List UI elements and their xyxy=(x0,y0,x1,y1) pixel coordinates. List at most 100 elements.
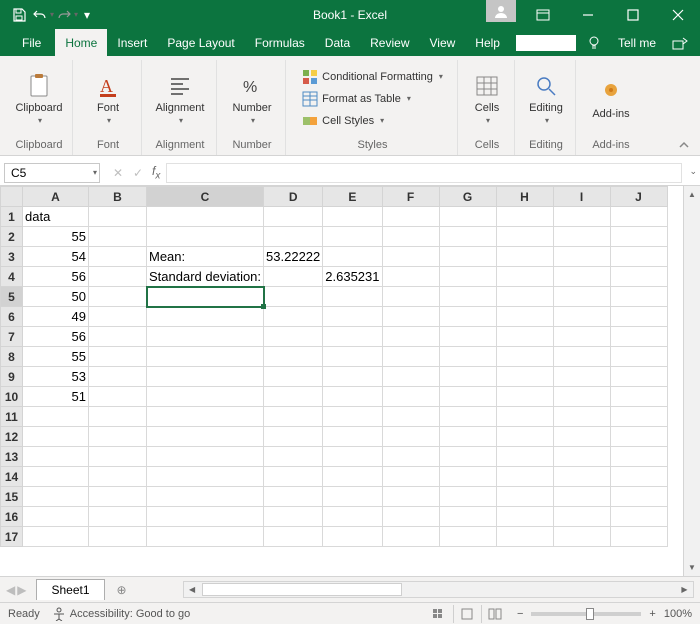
col-header[interactable]: B xyxy=(89,187,147,207)
cell-J17[interactable] xyxy=(610,527,667,547)
cell-B16[interactable] xyxy=(89,507,147,527)
cell-A8[interactable]: 55 xyxy=(23,347,89,367)
addins-button[interactable]: Add-ins xyxy=(584,78,638,120)
cell-E7[interactable] xyxy=(323,327,382,347)
cell-H14[interactable] xyxy=(496,467,553,487)
col-header[interactable]: J xyxy=(610,187,667,207)
prev-sheet-icon[interactable]: ◀ xyxy=(6,583,15,597)
cell-F16[interactable] xyxy=(382,507,439,527)
page-break-view-icon[interactable] xyxy=(481,605,509,623)
cell-J11[interactable] xyxy=(610,407,667,427)
cell-E5[interactable] xyxy=(323,287,382,307)
cell-H1[interactable] xyxy=(496,207,553,227)
share-icon[interactable] xyxy=(668,36,692,50)
cell-D8[interactable] xyxy=(264,347,323,367)
cell-F2[interactable] xyxy=(382,227,439,247)
cell-I12[interactable] xyxy=(553,427,610,447)
cell-D15[interactable] xyxy=(264,487,323,507)
cell-G2[interactable] xyxy=(439,227,496,247)
row-header[interactable]: 12 xyxy=(1,427,23,447)
next-sheet-icon[interactable]: ▶ xyxy=(17,583,26,597)
cell-H6[interactable] xyxy=(496,307,553,327)
cell-G14[interactable] xyxy=(439,467,496,487)
cell-styles-button[interactable]: Cell Styles▾ xyxy=(298,111,447,131)
cell-H13[interactable] xyxy=(496,447,553,467)
cell-I11[interactable] xyxy=(553,407,610,427)
cell-J10[interactable] xyxy=(610,387,667,407)
cell-C8[interactable] xyxy=(147,347,264,367)
tab-review[interactable]: Review xyxy=(360,29,419,56)
lightbulb-icon[interactable] xyxy=(582,35,606,51)
cell-F4[interactable] xyxy=(382,267,439,287)
cell-C9[interactable] xyxy=(147,367,264,387)
redo-icon[interactable]: ▾ xyxy=(56,4,78,26)
cell-H11[interactable] xyxy=(496,407,553,427)
conditional-formatting-button[interactable]: Conditional Formatting▾ xyxy=(298,67,447,87)
row-header[interactable]: 2 xyxy=(1,227,23,247)
row-header[interactable]: 14 xyxy=(1,467,23,487)
cell-G3[interactable] xyxy=(439,247,496,267)
cell-G1[interactable] xyxy=(439,207,496,227)
cell-I13[interactable] xyxy=(553,447,610,467)
cell-D3[interactable]: 53.22222 xyxy=(264,247,323,267)
cell-F15[interactable] xyxy=(382,487,439,507)
cell-E16[interactable] xyxy=(323,507,382,527)
cell-B8[interactable] xyxy=(89,347,147,367)
row-header[interactable]: 10 xyxy=(1,387,23,407)
cell-C11[interactable] xyxy=(147,407,264,427)
tell-me[interactable]: Tell me xyxy=(612,36,662,50)
cells-button[interactable]: Cells▾ xyxy=(466,72,508,125)
cell-D12[interactable] xyxy=(264,427,323,447)
row-header[interactable]: 9 xyxy=(1,367,23,387)
cell-J14[interactable] xyxy=(610,467,667,487)
cell-E9[interactable] xyxy=(323,367,382,387)
cell-B1[interactable] xyxy=(89,207,147,227)
cell-E12[interactable] xyxy=(323,427,382,447)
scroll-left-icon[interactable]: ◀ xyxy=(184,582,201,597)
row-header[interactable]: 6 xyxy=(1,307,23,327)
cell-F17[interactable] xyxy=(382,527,439,547)
select-all-corner[interactable] xyxy=(1,187,23,207)
scroll-down-icon[interactable]: ▼ xyxy=(684,559,700,576)
cell-H3[interactable] xyxy=(496,247,553,267)
cell-I4[interactable] xyxy=(553,267,610,287)
cell-G17[interactable] xyxy=(439,527,496,547)
cell-B7[interactable] xyxy=(89,327,147,347)
vertical-scrollbar[interactable]: ▲ ▼ xyxy=(683,186,700,576)
new-sheet-icon[interactable]: ⊕ xyxy=(111,579,133,601)
row-header[interactable]: 16 xyxy=(1,507,23,527)
cell-B10[interactable] xyxy=(89,387,147,407)
cell-D6[interactable] xyxy=(264,307,323,327)
tab-page-layout[interactable]: Page Layout xyxy=(157,29,244,56)
cell-E8[interactable] xyxy=(323,347,382,367)
cell-D7[interactable] xyxy=(264,327,323,347)
cell-D13[interactable] xyxy=(264,447,323,467)
cell-H10[interactable] xyxy=(496,387,553,407)
cell-C7[interactable] xyxy=(147,327,264,347)
cell-J12[interactable] xyxy=(610,427,667,447)
tab-home[interactable]: Home xyxy=(55,29,107,56)
cell-H15[interactable] xyxy=(496,487,553,507)
cell-C17[interactable] xyxy=(147,527,264,547)
col-header[interactable]: H xyxy=(496,187,553,207)
col-header[interactable]: D xyxy=(264,187,323,207)
cell-I8[interactable] xyxy=(553,347,610,367)
cell-A1[interactable]: data xyxy=(23,207,89,227)
cell-B2[interactable] xyxy=(89,227,147,247)
row-header[interactable]: 8 xyxy=(1,347,23,367)
col-header[interactable]: E xyxy=(323,187,382,207)
zoom-slider[interactable] xyxy=(531,612,641,616)
col-header[interactable]: A xyxy=(23,187,89,207)
qat-customize-icon[interactable]: ▾ xyxy=(80,4,94,26)
cell-F9[interactable] xyxy=(382,367,439,387)
cell-G16[interactable] xyxy=(439,507,496,527)
cell-B6[interactable] xyxy=(89,307,147,327)
cell-E15[interactable] xyxy=(323,487,382,507)
cell-F6[interactable] xyxy=(382,307,439,327)
cell-F3[interactable] xyxy=(382,247,439,267)
cell-F10[interactable] xyxy=(382,387,439,407)
cell-A3[interactable]: 54 xyxy=(23,247,89,267)
cell-J9[interactable] xyxy=(610,367,667,387)
collapse-ribbon-icon[interactable] xyxy=(646,60,694,155)
undo-icon[interactable]: ▾ xyxy=(32,4,54,26)
